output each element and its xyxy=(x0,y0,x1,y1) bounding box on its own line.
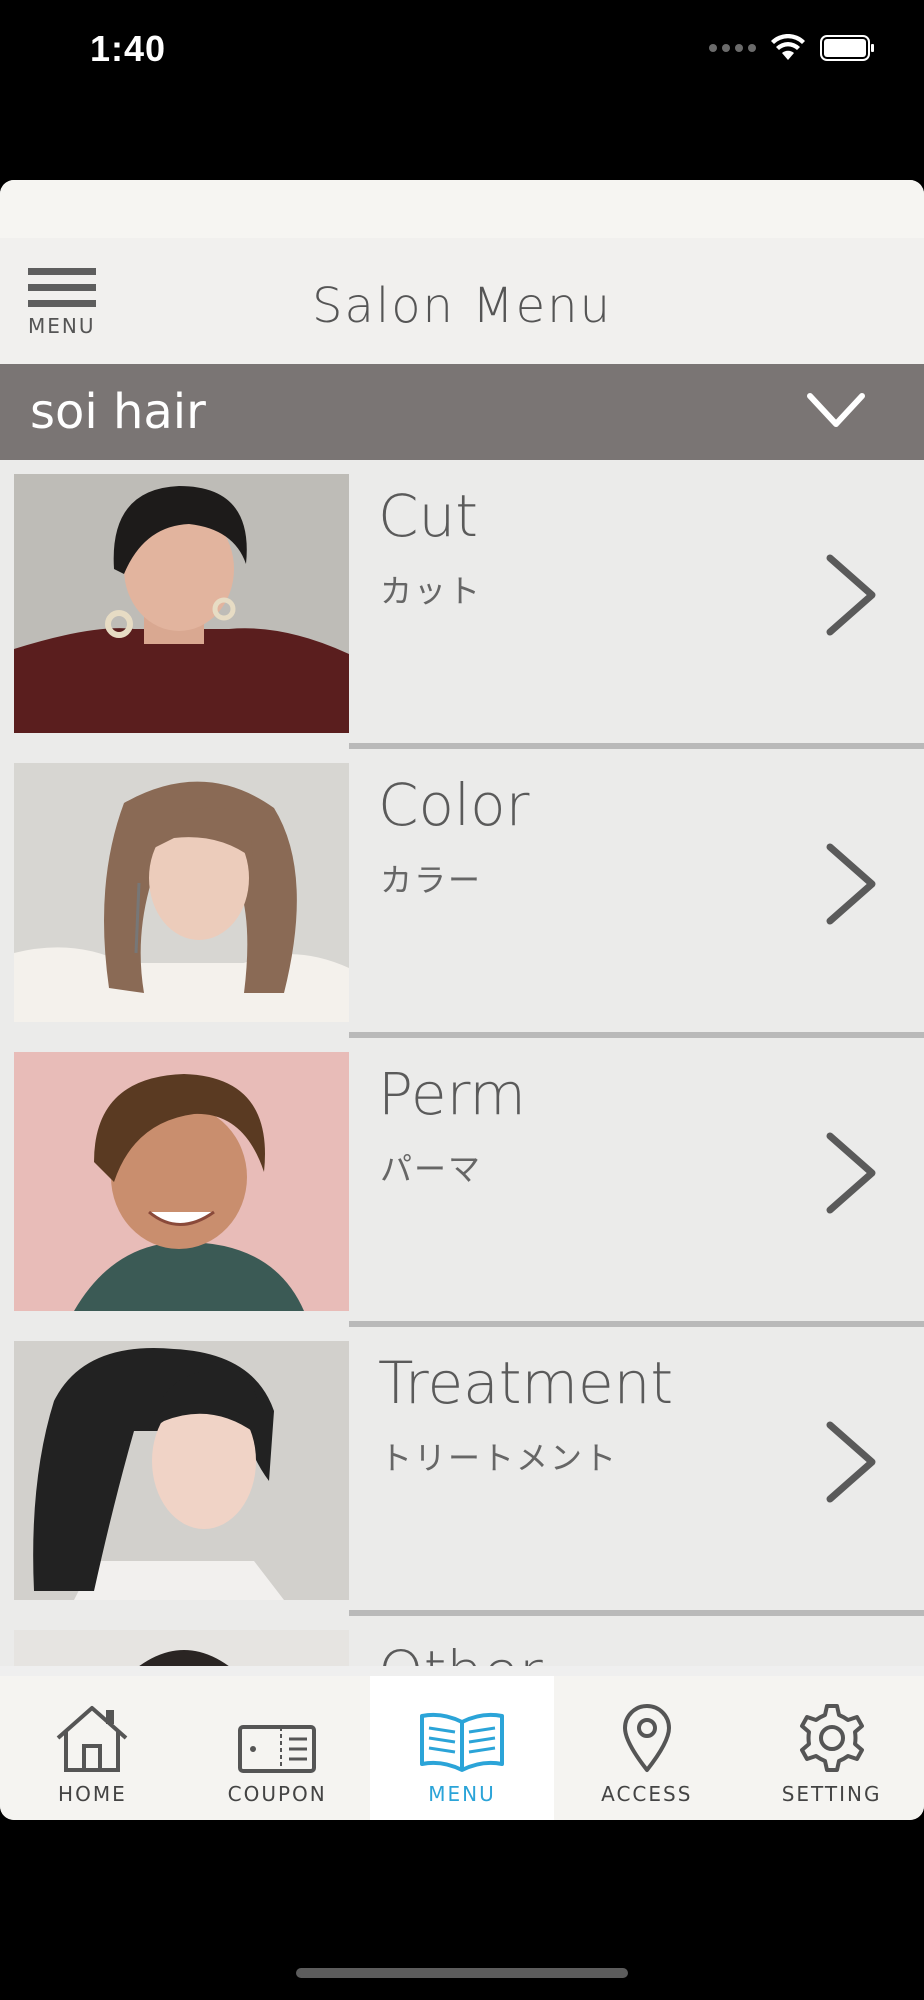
book-icon xyxy=(419,1712,504,1772)
menu-item-color[interactable]: Color カラー xyxy=(0,749,924,1038)
app-header: MENU Salon Menu xyxy=(0,238,924,364)
menu-item-title: Color xyxy=(378,771,530,839)
tab-access[interactable]: ACCESS xyxy=(554,1676,739,1820)
other-thumbnail xyxy=(14,1630,349,1666)
chevron-right-icon xyxy=(826,554,876,636)
treatment-thumbnail xyxy=(14,1341,349,1600)
tab-label: HOME xyxy=(58,1782,127,1806)
home-indicator[interactable] xyxy=(296,1968,628,1978)
perm-thumbnail xyxy=(14,1052,349,1311)
map-pin-icon xyxy=(622,1704,671,1772)
tab-coupon[interactable]: COUPON xyxy=(185,1676,370,1820)
menu-item-title: Cut xyxy=(378,482,478,550)
chevron-right-icon xyxy=(826,1421,876,1503)
color-thumbnail xyxy=(14,763,349,1022)
home-icon xyxy=(57,1706,128,1772)
tab-label: MENU xyxy=(428,1782,496,1806)
cellular-signal-icon xyxy=(709,44,756,52)
menu-item-treatment[interactable]: Treatment トリートメント xyxy=(0,1327,924,1616)
menu-item-subtitle: トリートメント xyxy=(380,1439,619,1477)
menu-item-title: Other xyxy=(378,1638,543,1666)
menu-item-subtitle: パーマ xyxy=(380,1150,483,1188)
status-time: 1:40 xyxy=(90,28,167,69)
tab-setting[interactable]: SETTING xyxy=(739,1676,924,1820)
wifi-icon xyxy=(771,34,805,60)
menu-item-subtitle: カット xyxy=(380,572,483,610)
menu-item-subtitle: カラー xyxy=(380,861,483,899)
chevron-right-icon xyxy=(826,1132,876,1214)
tab-label: COUPON xyxy=(227,1782,327,1806)
gear-icon xyxy=(799,1704,864,1772)
page-title: Salon Menu xyxy=(311,278,613,334)
tab-label: SETTING xyxy=(781,1782,882,1806)
menu-item-perm[interactable]: Perm パーマ xyxy=(0,1038,924,1327)
menu-item-title: Perm xyxy=(378,1060,526,1128)
chevron-right-icon xyxy=(826,843,876,925)
tab-menu[interactable]: MENU xyxy=(369,1676,555,1820)
menu-item-title: Treatment xyxy=(378,1349,674,1417)
status-icons xyxy=(709,34,876,62)
menu-item-other[interactable]: Other xyxy=(0,1616,924,1666)
battery-icon xyxy=(820,35,874,61)
salon-selector-value: soi hair xyxy=(30,384,206,440)
app-window: MENU Salon Menu soi hair Cut カット Color カ… xyxy=(0,180,924,1820)
cut-thumbnail xyxy=(14,474,349,733)
salon-selector[interactable]: soi hair xyxy=(0,364,924,460)
tab-label: ACCESS xyxy=(601,1782,693,1806)
status-bar: 1:40 xyxy=(0,0,924,110)
menu-list: Cut カット Color カラー Perm パーマ Treatment トリー… xyxy=(0,460,924,1666)
chevron-down-icon xyxy=(807,393,865,427)
coupon-icon xyxy=(238,1725,317,1773)
bottom-tab-bar: HOME COUPON MENU ACCESS SETTING xyxy=(0,1676,924,1820)
menu-item-cut[interactable]: Cut カット xyxy=(0,460,924,749)
tab-home[interactable]: HOME xyxy=(0,1676,185,1820)
top-strip xyxy=(0,180,924,238)
